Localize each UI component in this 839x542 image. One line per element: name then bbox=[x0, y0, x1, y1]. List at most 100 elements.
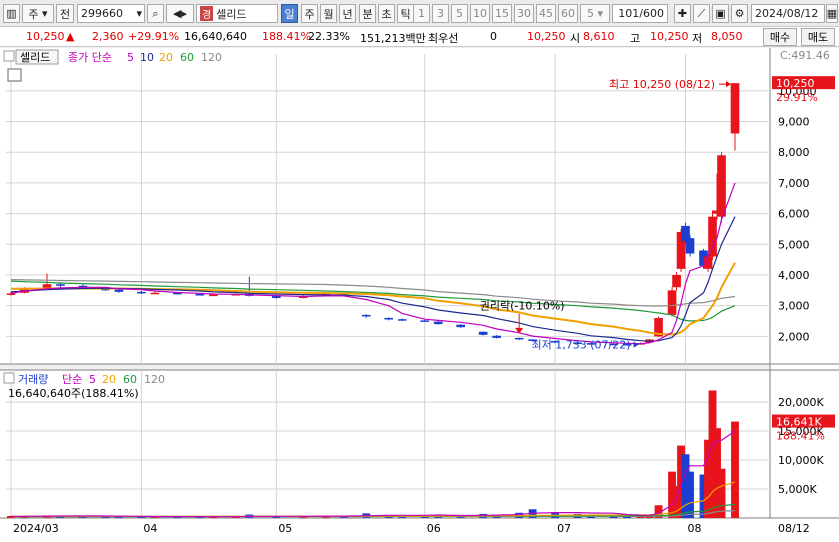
minute-45[interactable]: 45 bbox=[536, 4, 556, 23]
low-price: 8,050 bbox=[711, 30, 743, 43]
calendar-icon[interactable]: ▦ bbox=[826, 4, 838, 23]
volume-bar bbox=[686, 471, 694, 518]
price-tick-label: 8,000 bbox=[778, 146, 810, 159]
minute-30[interactable]: 30 bbox=[514, 4, 534, 23]
period-minute[interactable]: 분 bbox=[359, 4, 376, 23]
grid-toggle-icon bbox=[7, 68, 22, 82]
candle-body bbox=[56, 284, 65, 286]
price-tick-label: 9,000 bbox=[778, 116, 810, 129]
date-tick-label: 06 bbox=[427, 522, 441, 535]
candle-body bbox=[209, 294, 218, 297]
price-tick-label: 5,000 bbox=[778, 238, 810, 251]
candle-body bbox=[137, 291, 146, 294]
volume-ma-legend-20: 20 bbox=[102, 373, 116, 386]
best-bid: 0 bbox=[490, 30, 497, 43]
trade-amount: 151,213백만 bbox=[360, 32, 426, 45]
period-day[interactable]: 일 bbox=[281, 4, 298, 23]
candle-body bbox=[514, 337, 524, 340]
current-price: 10,250 bbox=[26, 30, 65, 43]
period-second[interactable]: 초 bbox=[378, 4, 395, 23]
minute-15[interactable]: 15 bbox=[492, 4, 512, 23]
price-tag-value: 10,250 bbox=[776, 77, 815, 90]
minute-1[interactable]: 1 bbox=[413, 4, 430, 23]
volume-bar bbox=[731, 421, 739, 518]
volume-tick-label: 20,000K bbox=[778, 396, 824, 409]
volume-tag-value: 16,641K bbox=[776, 416, 822, 429]
volume-pct: 188.41% bbox=[262, 30, 311, 43]
candle-body bbox=[384, 317, 394, 320]
up-arrow-icon: ▲ bbox=[66, 30, 75, 43]
price-tick-label: 3,000 bbox=[778, 300, 810, 313]
candle-body bbox=[492, 335, 501, 338]
candle-body bbox=[6, 293, 16, 295]
stock-chart[interactable]: 2,000 3,000 4,000 5,000 6,000 7,000 8,000 9,000… bbox=[0, 48, 839, 542]
warning-badge: 경 bbox=[200, 6, 214, 21]
candle-body bbox=[730, 83, 740, 134]
date-tick-label: 2024/03 bbox=[13, 522, 59, 535]
volume: 16,640,640 bbox=[184, 30, 247, 43]
stock-name-field[interactable]: 경 셀리드 bbox=[196, 4, 278, 23]
ma-legend-120: 120 bbox=[201, 51, 222, 64]
interval-select[interactable]: 5 ▾ bbox=[580, 4, 610, 23]
candle-body bbox=[397, 319, 407, 321]
date-tick-label: 04 bbox=[143, 522, 157, 535]
market-select[interactable]: 주 ▾ bbox=[22, 4, 54, 23]
market-label: 주 bbox=[28, 7, 39, 21]
candle-body bbox=[150, 292, 160, 295]
volume-tick-label: 10,000K bbox=[778, 454, 824, 467]
volume-tick-label: 5,000K bbox=[778, 483, 817, 496]
chart-type-icon[interactable]: ▥ bbox=[3, 4, 20, 23]
candle-body bbox=[708, 216, 717, 257]
period-year[interactable]: 년 bbox=[339, 4, 356, 23]
tools-icon[interactable]: ✚ bbox=[674, 4, 691, 23]
price-tick-label: 4,000 bbox=[778, 269, 810, 282]
buy-button[interactable]: 매수 bbox=[763, 28, 797, 46]
price-tick-label: 6,000 bbox=[778, 208, 810, 221]
top-scale-label: C:491.46 bbox=[780, 49, 830, 62]
low-annotation: 최저 1,733 (07/22) bbox=[532, 339, 631, 352]
panel-name: 셀리드 bbox=[20, 51, 50, 64]
low-label: 저 bbox=[692, 32, 703, 45]
panel-separator bbox=[0, 364, 839, 370]
date-tick-label: 05 bbox=[278, 522, 292, 535]
ex-rights-annotation: 권리락(-10.10%) bbox=[480, 300, 565, 313]
turnover: 22.33% bbox=[308, 30, 350, 43]
save-icon[interactable]: ▣ bbox=[712, 4, 729, 23]
candle-body bbox=[420, 320, 430, 322]
minute-60[interactable]: 60 bbox=[558, 4, 578, 23]
high-annotation: 최고 10,250 (08/12) bbox=[609, 78, 715, 91]
volume-ma-legend-120: 120 bbox=[144, 373, 165, 386]
period-week[interactable]: 주 bbox=[301, 4, 318, 23]
price-tick-label: 2,000 bbox=[778, 330, 810, 343]
minute-5[interactable]: 5 bbox=[451, 4, 468, 23]
candle-body bbox=[114, 289, 124, 292]
ma-legend-5: 5 bbox=[127, 51, 134, 64]
minute-3[interactable]: 3 bbox=[432, 4, 449, 23]
minute-10[interactable]: 10 bbox=[470, 4, 490, 23]
sell-button[interactable]: 매도 bbox=[801, 28, 835, 46]
indicator-label: 종가 단순 bbox=[68, 51, 112, 64]
candle-body bbox=[456, 324, 466, 328]
speaker-icon[interactable]: ◀▸ bbox=[166, 4, 194, 23]
candle-body bbox=[195, 294, 205, 296]
candle-body bbox=[672, 274, 681, 288]
search-icon[interactable]: ⌕ bbox=[147, 4, 164, 23]
draw-icon[interactable]: ⟋ bbox=[693, 4, 710, 23]
candle-body bbox=[42, 284, 52, 288]
best-bid-label: 최우선 bbox=[428, 32, 459, 45]
all-button[interactable]: 전 bbox=[56, 4, 74, 23]
menu-icon[interactable] bbox=[3, 50, 15, 62]
period-tick[interactable]: 틱 bbox=[397, 4, 414, 23]
price-tag-pct: 29.91% bbox=[776, 91, 818, 104]
date-field[interactable]: 2024/08/12 bbox=[751, 4, 825, 23]
period-month[interactable]: 월 bbox=[320, 4, 337, 23]
price-change: 2,360 bbox=[92, 30, 124, 43]
high-price: 10,250 bbox=[650, 30, 689, 43]
ma-legend-10: 10 bbox=[140, 51, 154, 64]
interval-value: 5 bbox=[586, 7, 594, 20]
date-tick-label: 08/12 bbox=[778, 522, 810, 535]
code-input[interactable]: 299660 ▾ bbox=[77, 4, 145, 23]
high-label: 고 bbox=[630, 32, 641, 45]
count-field[interactable]: 101/600 bbox=[612, 4, 668, 23]
gear-icon[interactable]: ⚙ bbox=[731, 4, 748, 23]
